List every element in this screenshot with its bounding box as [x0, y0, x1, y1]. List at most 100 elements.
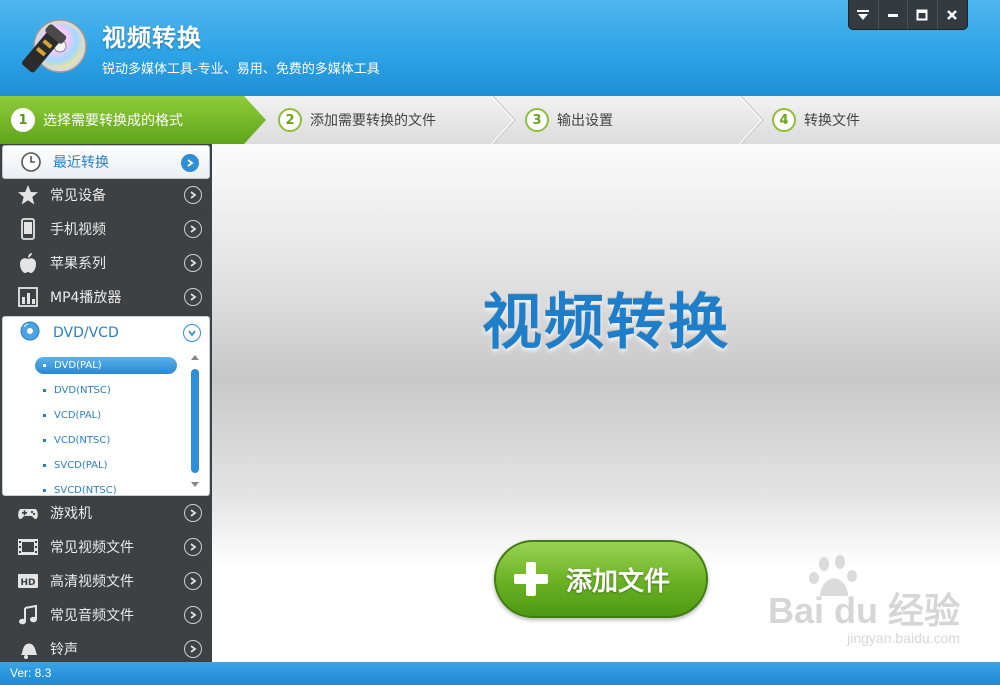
hd-icon: HD — [17, 570, 39, 592]
menu-dropdown-button[interactable] — [849, 0, 879, 29]
sidebar-item-recent[interactable]: 最近转换 — [2, 145, 210, 179]
sidebar-item-common-audio[interactable]: 常见音频文件 — [0, 598, 212, 632]
format-sub-list: DVD(PAL) DVD(NTSC) VCD(PAL) VCD(NTSC) SV… — [3, 353, 189, 503]
sidebar-item-label: DVD/VCD — [53, 325, 119, 341]
bullet-icon — [43, 414, 46, 417]
app-title: 视频转换 — [102, 24, 202, 52]
sidebar-item-label: 苹果系列 — [50, 256, 106, 272]
add-file-button[interactable]: 添加文件 — [494, 540, 708, 618]
list-item[interactable]: DVD(NTSC) — [3, 378, 189, 403]
bullet-icon — [43, 464, 46, 467]
step-label: 选择需要转换成的格式 — [43, 113, 183, 129]
close-button[interactable] — [938, 0, 967, 29]
list-item-label: VCD(NTSC) — [54, 435, 111, 446]
chevron-right-icon — [184, 220, 202, 238]
clock-icon — [20, 151, 42, 173]
step-2[interactable]: 2 添加需要转换的文件 — [278, 96, 436, 144]
plus-icon — [514, 562, 548, 596]
bell-icon — [17, 638, 39, 660]
bullet-icon — [43, 364, 46, 367]
maximize-button[interactable] — [908, 0, 938, 29]
sidebar-item-label: 常见设备 — [50, 188, 106, 204]
gamepad-icon — [17, 502, 39, 524]
sidebar-item-common-video[interactable]: 常见视频文件 — [0, 530, 212, 564]
phone-icon — [17, 218, 39, 240]
disc-icon — [19, 320, 41, 346]
chevron-right-icon — [184, 288, 202, 306]
chevron-right-icon — [184, 504, 202, 522]
sidebar-item-label: 最近转换 — [53, 155, 109, 171]
chevron-right-icon — [184, 254, 202, 272]
chevron-down-icon — [183, 324, 201, 342]
list-item-label: SVCD(NTSC) — [54, 485, 117, 496]
close-icon — [947, 9, 958, 20]
app-logo-icon — [21, 19, 87, 73]
status-bar: Ver: 8.3 — [0, 662, 1000, 685]
music-icon — [17, 604, 39, 626]
version-label: Ver: 8.3 — [10, 666, 52, 680]
step-number: 2 — [278, 108, 302, 132]
sidebar-item-label: 常见音频文件 — [50, 608, 134, 624]
bullet-icon — [43, 389, 46, 392]
step-number: 4 — [772, 108, 796, 132]
sidebar-item-apple[interactable]: 苹果系列 — [0, 246, 212, 280]
chevron-right-icon — [181, 154, 199, 172]
watermark-text: Bai du 经验 — [767, 590, 960, 631]
sidebar-item-label: 手机视频 — [50, 222, 106, 238]
step-number: 1 — [11, 108, 35, 132]
watermark: Bai du 经验 jingyan.baidu.com — [760, 554, 960, 654]
apple-icon — [17, 252, 39, 274]
step-4[interactable]: 4 转换文件 — [772, 96, 860, 144]
sidebar-item-hd-video[interactable]: HD 高清视频文件 — [0, 564, 212, 598]
sidebar-item-mp4-player[interactable]: MP4播放器 — [0, 280, 212, 314]
main-panel: 视频转换 添加文件 Bai du 经验 jingyan.baidu.com — [212, 144, 1000, 662]
svg-text:HD: HD — [20, 578, 35, 588]
window-controls — [848, 0, 968, 30]
sidebar-item-phone-video[interactable]: 手机视频 — [0, 212, 212, 246]
title-bar: 视频转换 锐动多媒体工具-专业、易用、免费的多媒体工具 — [0, 0, 1000, 96]
chevron-right-icon — [184, 640, 202, 658]
watermark-url: jingyan.baidu.com — [847, 630, 960, 646]
minimize-button[interactable] — [879, 0, 908, 29]
step-1[interactable]: 1 选择需要转换成的格式 — [11, 96, 183, 144]
step-label: 添加需要转换的文件 — [310, 113, 436, 129]
step-3[interactable]: 3 输出设置 — [525, 96, 613, 144]
scroll-up-icon[interactable] — [189, 351, 201, 363]
chevron-right-icon — [184, 606, 202, 624]
sidebar-item-dvd-vcd[interactable]: DVD/VCD — [3, 317, 209, 349]
sidebar-item-label: 铃声 — [50, 642, 78, 658]
format-sidebar: 最近转换 常见设备 手机视频 苹果系列 MP4播放器 DVD/VCD DVD(P… — [0, 144, 212, 662]
step-label: 输出设置 — [557, 113, 613, 129]
bullet-icon — [43, 489, 46, 492]
sidebar-item-ringtone[interactable]: 铃声 — [0, 632, 212, 666]
sidebar-group-dvd-vcd: DVD/VCD DVD(PAL) DVD(NTSC) VCD(PAL) VCD(… — [2, 316, 210, 496]
chevron-right-icon — [184, 186, 202, 204]
list-item-label: SVCD(PAL) — [54, 460, 108, 471]
minimize-icon — [887, 13, 898, 17]
list-item[interactable]: SVCD(PAL) — [3, 453, 189, 478]
chevron-right-icon — [184, 572, 202, 590]
sub-list-scrollbar[interactable] — [189, 351, 201, 491]
steps-bar: 1 选择需要转换成的格式 2 添加需要转换的文件 3 输出设置 4 转换文件 — [0, 96, 1000, 144]
scrollbar-thumb[interactable] — [191, 369, 199, 473]
list-item[interactable]: VCD(NTSC) — [3, 428, 189, 453]
maximize-icon — [916, 9, 928, 20]
chevron-down-icon — [857, 9, 870, 20]
sidebar-item-label: 高清视频文件 — [50, 574, 134, 590]
list-item[interactable]: VCD(PAL) — [3, 403, 189, 428]
list-item-label: DVD(NTSC) — [54, 385, 111, 396]
scroll-down-icon[interactable] — [189, 479, 201, 491]
bullet-icon — [43, 439, 46, 442]
sidebar-item-game-console[interactable]: 游戏机 — [0, 496, 212, 530]
step-number: 3 — [525, 108, 549, 132]
app-subtitle: 锐动多媒体工具-专业、易用、免费的多媒体工具 — [102, 62, 380, 77]
list-item[interactable]: DVD(PAL) — [35, 357, 177, 374]
list-item-label: VCD(PAL) — [54, 410, 102, 421]
sidebar-item-common-devices[interactable]: 常见设备 — [0, 178, 212, 212]
mp4-player-icon — [17, 286, 39, 308]
list-item-label: DVD(PAL) — [54, 360, 102, 371]
step-label: 转换文件 — [804, 113, 860, 129]
sidebar-item-label: 常见视频文件 — [50, 540, 134, 556]
chevron-right-icon — [184, 538, 202, 556]
star-icon — [17, 184, 39, 206]
